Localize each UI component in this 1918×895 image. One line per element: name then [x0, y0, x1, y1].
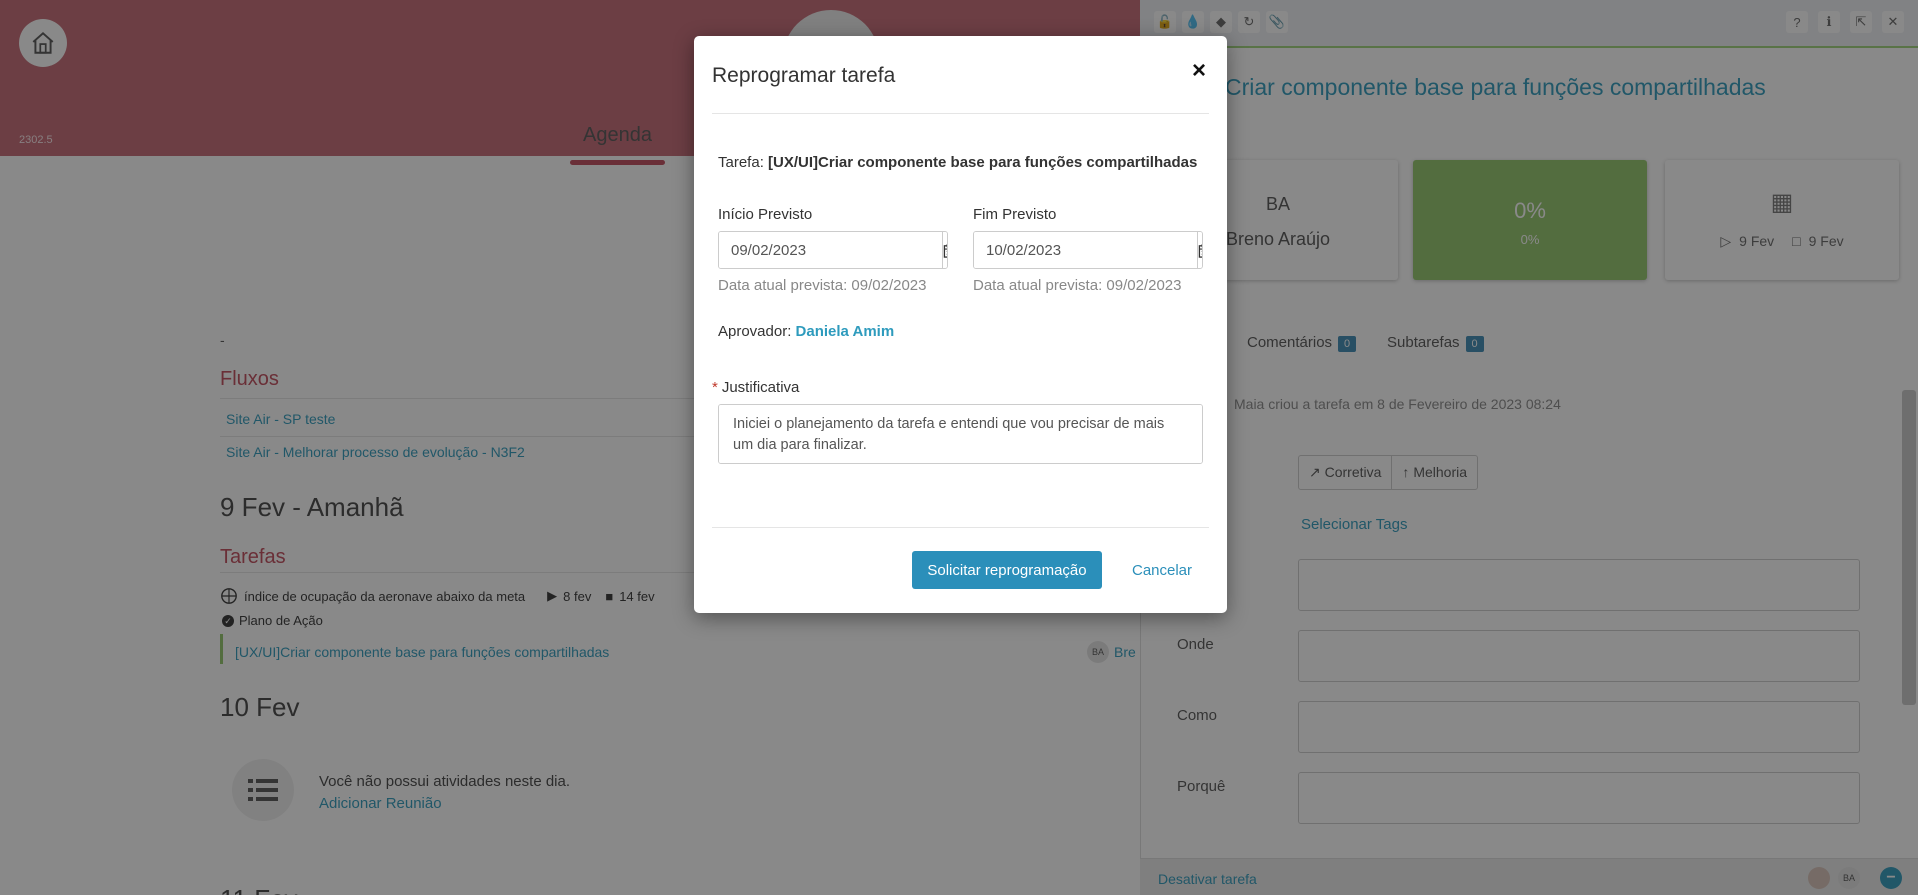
- task-line: Tarefa: [UX/UI]Criar componente base par…: [718, 154, 1197, 171]
- end-date-group: [973, 231, 1203, 269]
- modal-divider: [712, 113, 1209, 114]
- start-date-label: Início Previsto: [718, 206, 813, 223]
- end-date-input[interactable]: [974, 232, 1197, 268]
- start-date-group: [718, 231, 948, 269]
- calendar-icon: [943, 243, 947, 258]
- close-icon[interactable]: ×: [1184, 56, 1214, 86]
- end-date-label: Fim Previsto: [973, 206, 1057, 223]
- start-date-input[interactable]: [719, 232, 942, 268]
- start-calendar-button[interactable]: [942, 232, 947, 268]
- approver-prefix: Aprovador:: [718, 323, 792, 340]
- cancel-button[interactable]: Cancelar: [1122, 551, 1202, 589]
- modal-divider: [712, 527, 1209, 528]
- request-reschedule-button[interactable]: Solicitar reprogramação: [912, 551, 1102, 589]
- end-calendar-button[interactable]: [1197, 232, 1202, 268]
- required-marker: *: [712, 379, 718, 396]
- justification-label-text: Justificativa: [721, 379, 800, 396]
- task-name: [UX/UI]Criar componente base para funçõe…: [768, 154, 1198, 171]
- approver-name[interactable]: Daniela Amim: [796, 323, 895, 340]
- modal-title: Reprogramar tarefa: [712, 64, 896, 87]
- task-prefix: Tarefa:: [718, 154, 764, 171]
- justification-textarea[interactable]: Iniciei o planejamento da tarefa e enten…: [718, 404, 1203, 464]
- justification-label: * Justificativa: [712, 379, 799, 396]
- calendar-icon: [1198, 243, 1202, 258]
- reschedule-modal: Reprogramar tarefa × Tarefa: [UX/UI]Cria…: [694, 36, 1227, 613]
- end-date-hint: Data atual prevista: 09/02/2023: [973, 277, 1182, 294]
- approver-line: Aprovador: Daniela Amim: [718, 323, 894, 340]
- start-date-hint: Data atual prevista: 09/02/2023: [718, 277, 927, 294]
